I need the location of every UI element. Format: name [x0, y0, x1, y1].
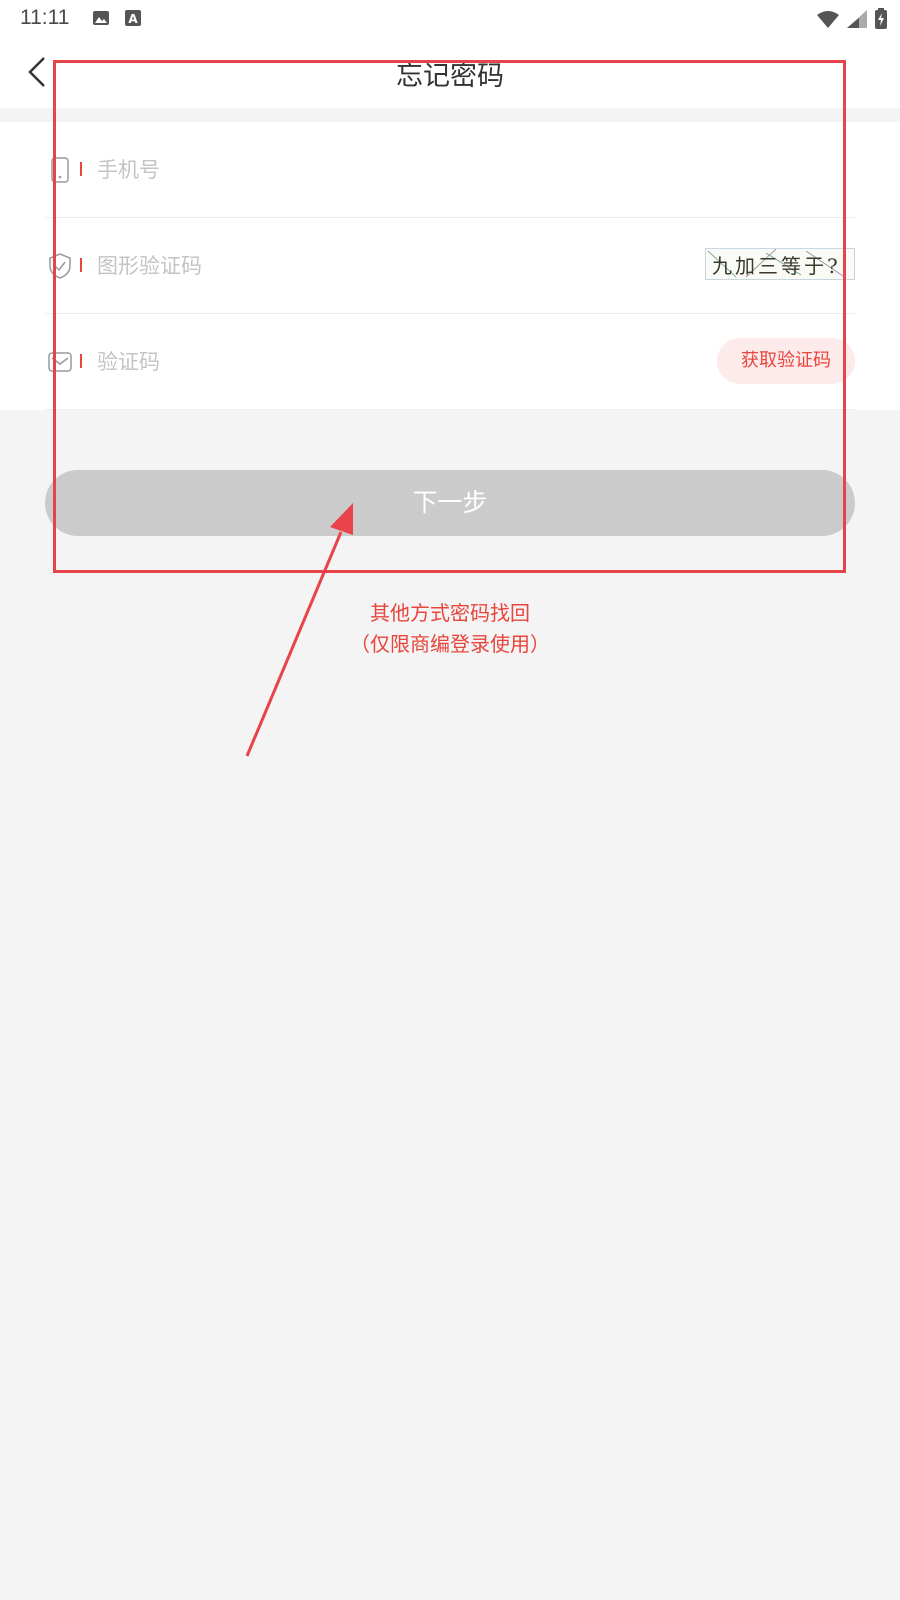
status-bar: 11:11 A	[0, 0, 900, 38]
captcha-input[interactable]	[97, 248, 657, 284]
phone-icon	[51, 157, 69, 183]
other-recovery-link[interactable]: 其他方式密码找回 （仅限商编登录使用）	[0, 598, 900, 660]
field-divider	[80, 162, 82, 176]
page-title: 忘记密码	[396, 61, 504, 92]
svg-text:A: A	[128, 12, 138, 26]
status-time: 11:11	[20, 6, 70, 29]
signal-icon	[847, 10, 867, 28]
header: 忘记密码	[0, 38, 900, 108]
captcha-row: 九加三等于?	[45, 218, 855, 314]
phone-input[interactable]	[97, 152, 657, 188]
code-row: 获取验证码	[45, 314, 855, 410]
captcha-text: 九加三等于?	[712, 254, 841, 278]
field-divider	[80, 354, 82, 368]
captcha-image[interactable]: 九加三等于?	[705, 248, 855, 280]
wifi-icon	[817, 11, 839, 28]
forgot-password-form: 九加三等于? 获取验证码	[0, 122, 900, 410]
field-divider	[80, 258, 82, 272]
battery-icon	[875, 8, 887, 29]
status-icons-left: A	[92, 9, 142, 27]
mail-icon	[48, 352, 72, 372]
shield-icon	[49, 253, 71, 279]
a-badge-icon: A	[125, 10, 141, 26]
other-recovery-line2: （仅限商编登录使用）	[350, 632, 550, 656]
next-button[interactable]: 下一步	[45, 470, 855, 536]
code-input[interactable]	[97, 344, 657, 380]
status-icons-right	[816, 8, 888, 30]
other-recovery-line1: 其他方式密码找回	[370, 601, 530, 625]
image-icon	[93, 11, 109, 25]
phone-row	[45, 122, 855, 218]
get-code-button[interactable]: 获取验证码	[717, 338, 855, 384]
